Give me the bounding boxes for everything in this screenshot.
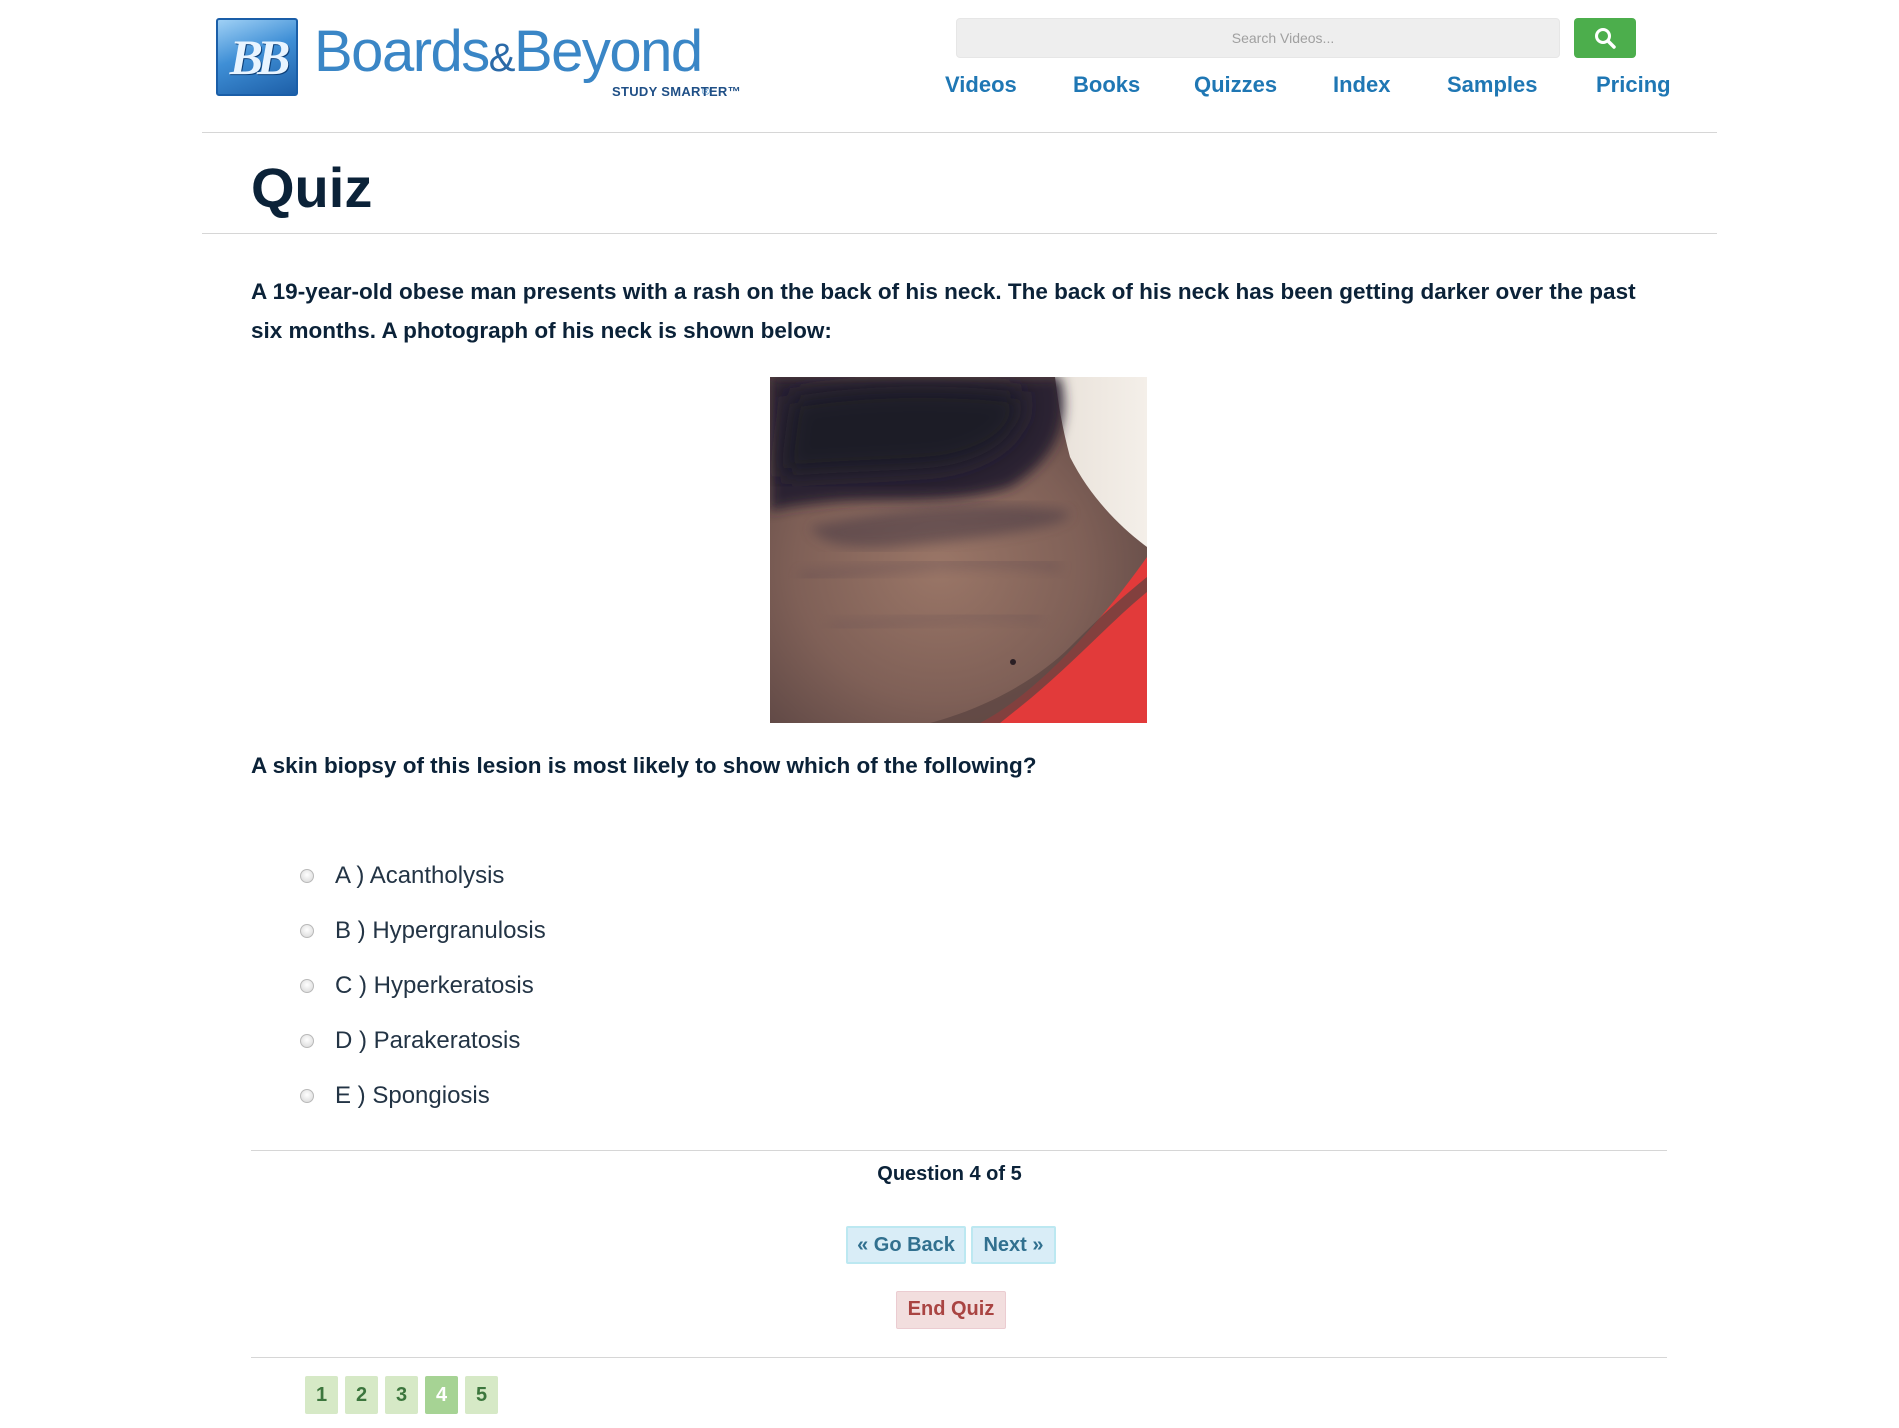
title-divider — [202, 233, 1717, 234]
search-input[interactable]: Search Videos... — [956, 18, 1560, 58]
pager-item-4-current[interactable]: 4 — [425, 1376, 458, 1414]
site-logo[interactable]: BB Boards&Beyond® STUDY SMARTER™ — [216, 18, 741, 102]
go-back-button[interactable]: « Go Back — [846, 1226, 966, 1264]
next-button[interactable]: Next » — [971, 1226, 1056, 1264]
nav-samples[interactable]: Samples — [1447, 72, 1538, 98]
neck-photograph — [770, 377, 1147, 723]
radio-button[interactable] — [300, 1033, 314, 1048]
answer-options: A ) Acantholysis B ) Hypergranulosis C )… — [300, 848, 546, 1123]
logo-ampersand: & — [488, 36, 516, 80]
logo-mark: BB — [216, 18, 298, 96]
nav-quizzes[interactable]: Quizzes — [1194, 72, 1277, 98]
pager-item-2[interactable]: 2 — [345, 1376, 378, 1414]
nav-videos[interactable]: Videos — [945, 72, 1017, 98]
logo-word-beyond: Beyond — [513, 19, 703, 84]
page-title: Quiz — [251, 156, 373, 219]
nav-index[interactable]: Index — [1333, 72, 1390, 98]
answer-label: A ) Acantholysis — [335, 861, 505, 889]
pager-item-3[interactable]: 3 — [385, 1376, 418, 1414]
question-progress: Question 4 of 5 — [877, 1163, 1022, 1185]
pager-item-5[interactable]: 5 — [465, 1376, 498, 1414]
logo-tagline: STUDY SMARTER™ — [612, 84, 741, 99]
end-quiz-button[interactable]: End Quiz — [896, 1291, 1006, 1329]
question-stem: A 19-year-old obese man presents with a … — [251, 279, 1636, 343]
footer-divider-top — [251, 1150, 1667, 1151]
answer-option-c[interactable]: C ) Hyperkeratosis — [300, 958, 546, 1013]
answer-label: D ) Parakeratosis — [335, 1026, 521, 1054]
logo-wordmark: Boards&Beyond® — [314, 19, 710, 99]
radio-button[interactable] — [300, 978, 314, 993]
radio-button[interactable] — [300, 868, 314, 883]
search-button[interactable] — [1574, 18, 1636, 58]
radio-button[interactable] — [300, 1088, 314, 1103]
answer-label: C ) Hyperkeratosis — [335, 971, 534, 999]
logo-word-boards: Boards — [314, 19, 490, 84]
answer-label: B ) Hypergranulosis — [335, 916, 546, 944]
answer-label: E ) Spongiosis — [335, 1081, 490, 1109]
nav-books[interactable]: Books — [1073, 72, 1140, 98]
nav-pricing[interactable]: Pricing — [1596, 72, 1671, 98]
radio-button[interactable] — [300, 923, 314, 938]
answer-option-a[interactable]: A ) Acantholysis — [300, 848, 546, 903]
pager-item-1[interactable]: 1 — [305, 1376, 338, 1414]
answer-option-e[interactable]: E ) Spongiosis — [300, 1068, 546, 1123]
header-divider — [202, 132, 1717, 133]
search-icon — [1595, 28, 1616, 49]
answer-option-b[interactable]: B ) Hypergranulosis — [300, 903, 546, 958]
question-prompt: A skin biopsy of this lesion is most lik… — [251, 753, 1037, 778]
footer-divider-bottom — [251, 1357, 1667, 1358]
answer-option-d[interactable]: D ) Parakeratosis — [300, 1013, 546, 1068]
question-pager: 1 2 3 4 5 — [305, 1376, 505, 1414]
